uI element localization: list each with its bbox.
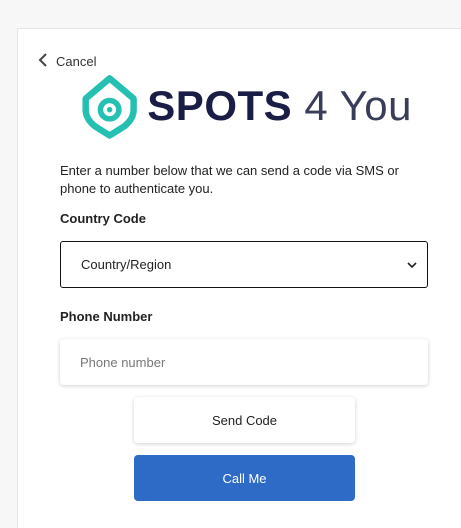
country-select[interactable]: Country/Region [60, 241, 428, 288]
phone-number-input[interactable] [60, 339, 428, 385]
brand-name-light: 4 You [304, 82, 412, 129]
chevron-left-icon [38, 53, 50, 70]
send-code-button[interactable]: Send Code [134, 397, 355, 443]
cancel-link[interactable]: Cancel [38, 53, 96, 70]
country-code-label: Country Code [60, 211, 146, 226]
location-pin-icon [82, 75, 137, 139]
call-me-button[interactable]: Call Me [134, 455, 355, 501]
brand-wordmark: SPOTS 4 You [147, 85, 412, 127]
cancel-label: Cancel [56, 54, 97, 69]
brand-name-strong: SPOTS [147, 82, 293, 129]
phone-number-label: Phone Number [60, 309, 153, 324]
chevron-down-icon [407, 257, 417, 272]
brand-logo: SPOTS 4 You [82, 71, 412, 141]
intro-text: Enter a number below that we can send a … [60, 163, 399, 196]
auth-card: Cancel SPOTS 4 You Enter a number below … [17, 28, 461, 528]
country-select-value: Country/Region [81, 257, 172, 272]
